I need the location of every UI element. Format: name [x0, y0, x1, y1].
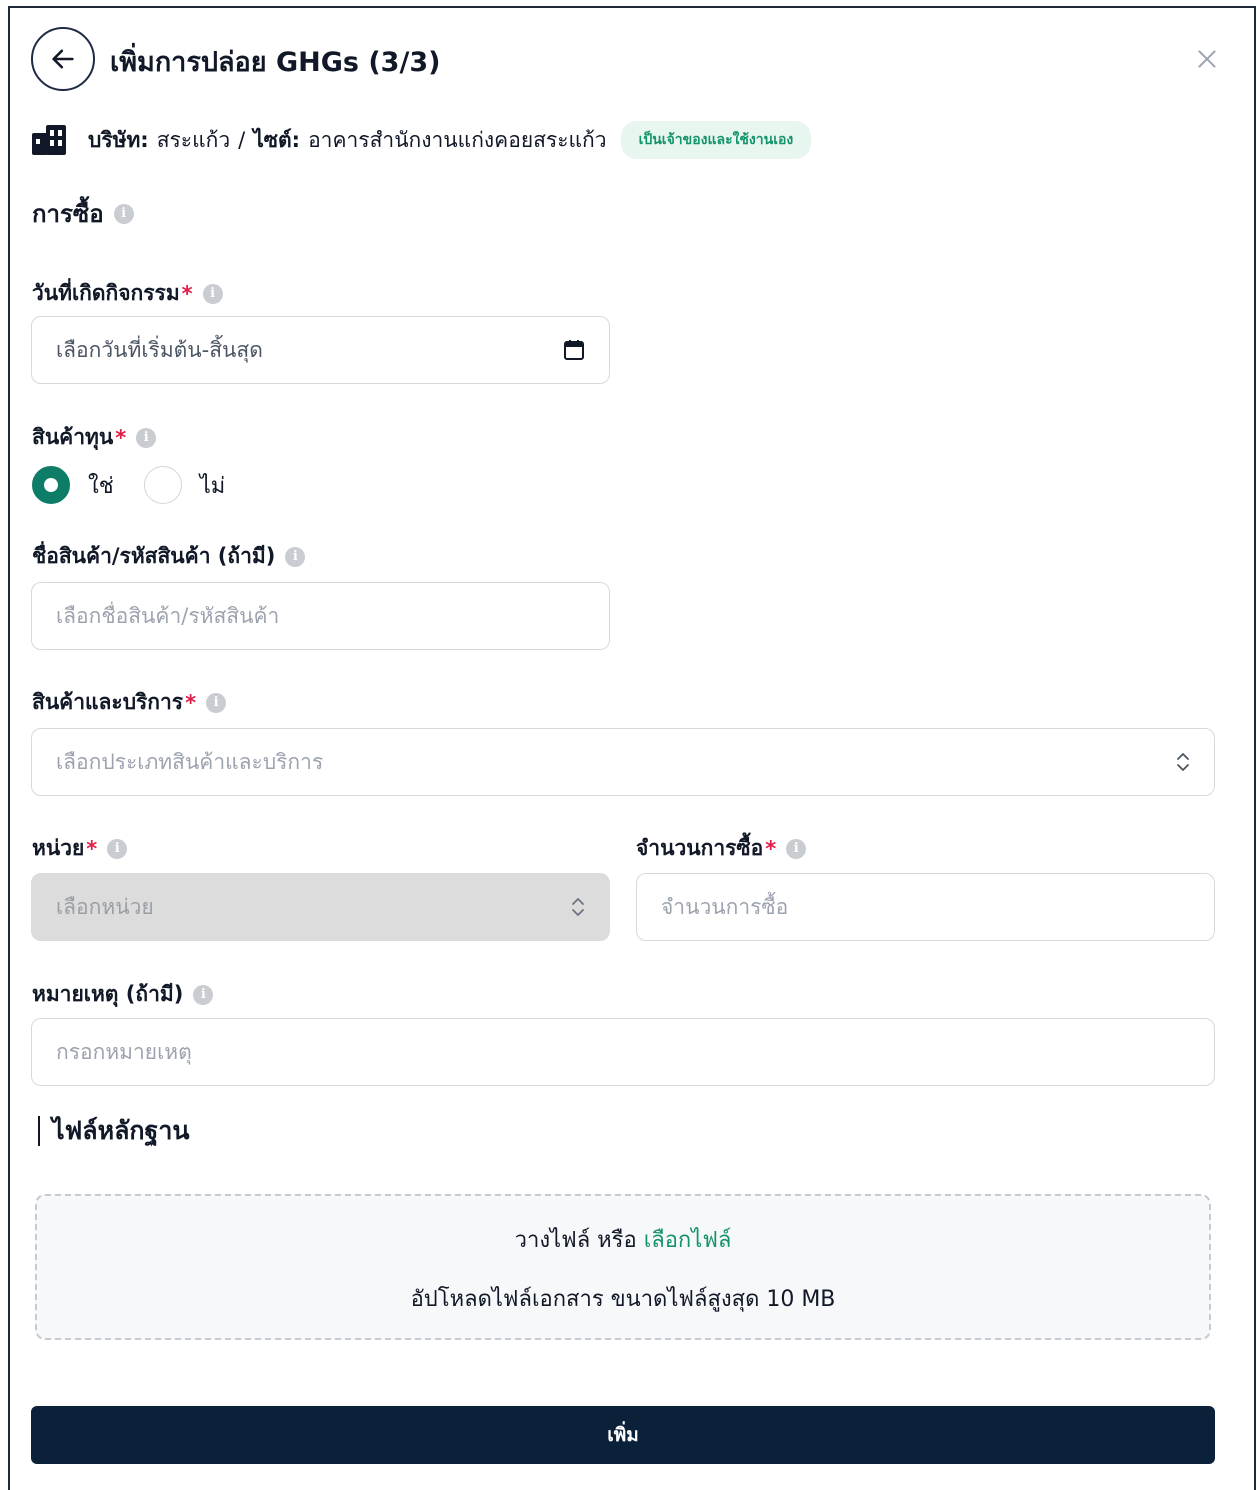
- add-button[interactable]: เพิ่ม: [31, 1406, 1215, 1464]
- info-icon[interactable]: i: [786, 838, 807, 859]
- separator: /: [238, 128, 246, 152]
- required-mark: *: [86, 836, 98, 861]
- drop-text: วางไฟล์ หรือ: [514, 1228, 637, 1253]
- company-value: สระแก้ว: [156, 127, 231, 152]
- unit-placeholder: เลือกหน่วย: [56, 894, 154, 919]
- capital-goods-label-text: สินค้าทุน: [32, 425, 114, 449]
- radio-dot: [44, 478, 58, 492]
- calendar-icon[interactable]: [563, 339, 585, 361]
- dropzone-line: วางไฟล์ หรือ เลือกไฟล์: [37, 1222, 1209, 1257]
- product-name-label-text: ชื่อสินค้า/รหัสสินค้า (ถ้ามี): [32, 544, 276, 568]
- close-icon: [1198, 50, 1216, 68]
- building-icon: [32, 125, 66, 155]
- required-mark: *: [765, 836, 777, 861]
- arrow-left-icon: [52, 49, 74, 69]
- info-icon[interactable]: i: [193, 984, 214, 1005]
- file-dropzone[interactable]: วางไฟล์ หรือ เลือกไฟล์ อัปโหลดไฟล์เอกสาร…: [35, 1194, 1211, 1340]
- info-icon[interactable]: i: [107, 838, 128, 859]
- info-icon[interactable]: i: [202, 283, 223, 304]
- capital-goods-label: สินค้าทุน * i: [32, 421, 157, 454]
- goods-services-placeholder: เลือกประเภทสินค้าและบริการ: [56, 749, 324, 774]
- quantity-label: จำนวนการซื้อ * i: [636, 832, 807, 865]
- goods-services-select[interactable]: เลือกประเภทสินค้าและบริการ: [31, 728, 1215, 796]
- quantity-placeholder: จำนวนการซื้อ: [661, 894, 789, 919]
- site-label: ไซต์:: [253, 127, 301, 152]
- info-icon[interactable]: i: [136, 427, 157, 448]
- info-icon[interactable]: i: [206, 692, 227, 713]
- company-label: บริษัท:: [88, 127, 149, 152]
- note-input[interactable]: กรอกหมายเหตุ: [31, 1018, 1215, 1086]
- radio-yes-label[interactable]: ใช่: [88, 468, 114, 503]
- close-button[interactable]: [1194, 46, 1220, 72]
- section-title-text: การซื้อ: [32, 200, 104, 228]
- radio-yes[interactable]: [32, 466, 70, 504]
- product-name-label: ชื่อสินค้า/รหัสสินค้า (ถ้ามี) i: [32, 540, 306, 573]
- back-button[interactable]: [31, 27, 95, 91]
- unit-label: หน่วย * i: [32, 832, 128, 865]
- unit-select[interactable]: เลือกหน่วย: [31, 873, 610, 941]
- activity-date-label: วันที่เกิดกิจกรรม * i: [32, 277, 223, 310]
- chevron-up-down-icon: [1177, 753, 1189, 771]
- goods-services-label-text: สินค้าและบริการ: [32, 690, 184, 714]
- goods-services-label: สินค้าและบริการ * i: [32, 686, 227, 719]
- note-label-text: หมายเหตุ (ถ้ามี): [32, 982, 184, 1006]
- info-icon[interactable]: i: [113, 203, 134, 224]
- required-mark: *: [185, 690, 197, 715]
- capital-goods-radio-group: ใช่ ไม่: [32, 466, 225, 504]
- ownership-badge: เป็นเจ้าของและใช้งานเอง: [620, 121, 812, 159]
- upload-hint: อัปโหลดไฟล์เอกสาร ขนาดไฟล์สูงสุด 10 MB: [410, 1287, 836, 1312]
- activity-date-label-text: วันที่เกิดกิจกรรม: [32, 281, 180, 305]
- product-name-placeholder: เลือกชื่อสินค้า/รหัสสินค้า: [56, 603, 280, 628]
- note-label: หมายเหตุ (ถ้ามี) i: [32, 978, 214, 1011]
- browse-file-link[interactable]: เลือกไฟล์: [644, 1228, 732, 1253]
- site-value: อาคารสำนักงานแก่งคอยสระแก้ว: [308, 127, 607, 152]
- quantity-input[interactable]: จำนวนการซื้อ: [636, 873, 1215, 941]
- required-mark: *: [115, 425, 127, 450]
- site-info-row: บริษัท: สระแก้ว / ไซต์: อาคารสำนักงานแก่…: [32, 120, 812, 160]
- unit-label-text: หน่วย: [32, 836, 85, 860]
- radio-no-label[interactable]: ไม่: [200, 468, 226, 503]
- product-name-input[interactable]: เลือกชื่อสินค้า/รหัสสินค้า: [31, 582, 610, 650]
- note-placeholder: กรอกหมายเหตุ: [56, 1039, 192, 1064]
- quantity-label-text: จำนวนการซื้อ: [636, 836, 764, 860]
- activity-date-placeholder: เลือกวันที่เริ่มต้น-สิ้นสุด: [56, 337, 263, 362]
- evidence-title: ไฟล์หลักฐาน: [38, 1116, 189, 1146]
- radio-no[interactable]: [143, 466, 182, 504]
- page-title: เพิ่มการปล่อย GHGs (3/3): [110, 47, 441, 78]
- info-icon[interactable]: i: [285, 546, 306, 567]
- activity-date-input[interactable]: เลือกวันที่เริ่มต้น-สิ้นสุด: [31, 316, 610, 384]
- chevron-up-down-icon: [572, 898, 584, 916]
- required-mark: *: [181, 281, 193, 306]
- section-title: การซื้อ i: [32, 194, 134, 233]
